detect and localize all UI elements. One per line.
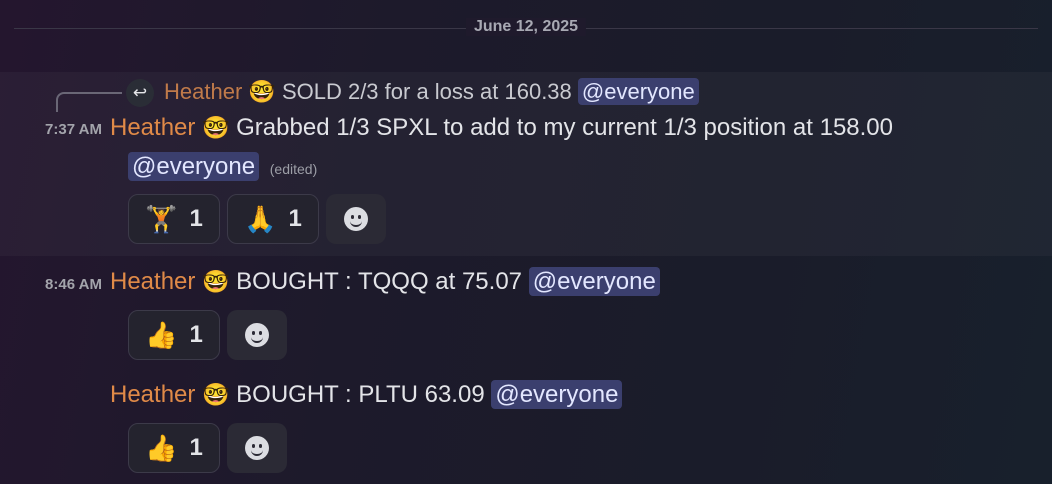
message-text: BOUGHT : TQQQ at 75.07 xyxy=(236,268,523,295)
reaction-thumbs-up[interactable]: 👍 1 xyxy=(128,310,220,360)
reply-preview[interactable]: Heather 🤓 SOLD 2/3 for a loss at 160.38 … xyxy=(164,78,699,105)
reply-connector xyxy=(56,92,122,112)
reaction-count: 1 xyxy=(189,321,203,348)
reaction-count: 1 xyxy=(189,434,203,461)
mention-everyone[interactable]: @everyone xyxy=(491,380,623,409)
date-divider: June 12, 2025 xyxy=(14,14,1038,40)
author-name[interactable]: Heather xyxy=(110,381,195,408)
reply-author[interactable]: Heather xyxy=(164,79,242,104)
date-label: June 12, 2025 xyxy=(465,18,587,36)
add-reaction-icon xyxy=(245,436,269,460)
nerd-face-icon: 🤓 xyxy=(202,115,230,140)
reply-arrow-icon[interactable]: ↩ xyxy=(126,79,154,107)
message-line-continued: @everyone (edited) xyxy=(128,152,318,181)
message-text: BOUGHT : PLTU 63.09 xyxy=(236,381,485,408)
message-timestamp[interactable]: 7:37 AM xyxy=(2,121,102,138)
message-line: Heather 🤓 Grabbed 1/3 SPXL to add to my … xyxy=(110,114,893,142)
thumbs-up-icon: 👍 xyxy=(145,319,178,350)
reaction-count: 1 xyxy=(189,205,203,232)
author-name[interactable]: Heather xyxy=(110,114,195,141)
add-reaction-button[interactable] xyxy=(227,310,287,360)
mention-everyone[interactable]: @everyone xyxy=(528,267,660,296)
reaction-count: 1 xyxy=(288,205,302,232)
add-reaction-button[interactable] xyxy=(326,194,386,244)
weightlifter-icon: 🏋️ xyxy=(145,203,178,234)
message-text: Grabbed 1/3 SPXL to add to my current 1/… xyxy=(236,114,893,141)
add-reaction-button[interactable] xyxy=(227,423,287,473)
message-line: Heather 🤓 BOUGHT : TQQQ at 75.07 @everyo… xyxy=(110,267,660,296)
reply-text: SOLD 2/3 for a loss at 160.38 xyxy=(281,79,572,104)
message-timestamp[interactable]: 8:46 AM xyxy=(2,276,102,293)
thumbs-up-icon: 👍 xyxy=(145,432,178,463)
mention-everyone[interactable]: @everyone xyxy=(577,78,699,105)
message-line: Heather 🤓 BOUGHT : PLTU 63.09 @everyone xyxy=(110,380,623,409)
reaction-folded-hands[interactable]: 🙏 1 xyxy=(227,194,319,244)
add-reaction-icon xyxy=(344,207,368,231)
reaction-weightlifter[interactable]: 🏋️ 1 xyxy=(128,194,220,244)
nerd-face-icon: 🤓 xyxy=(202,382,230,407)
edited-label: (edited) xyxy=(269,161,318,177)
author-name[interactable]: Heather xyxy=(110,268,195,295)
nerd-face-icon: 🤓 xyxy=(248,79,276,104)
add-reaction-icon xyxy=(245,323,269,347)
folded-hands-icon: 🙏 xyxy=(244,203,277,234)
mention-everyone[interactable]: @everyone xyxy=(128,152,260,181)
reaction-thumbs-up[interactable]: 👍 1 xyxy=(128,423,220,473)
nerd-face-icon: 🤓 xyxy=(202,269,230,294)
